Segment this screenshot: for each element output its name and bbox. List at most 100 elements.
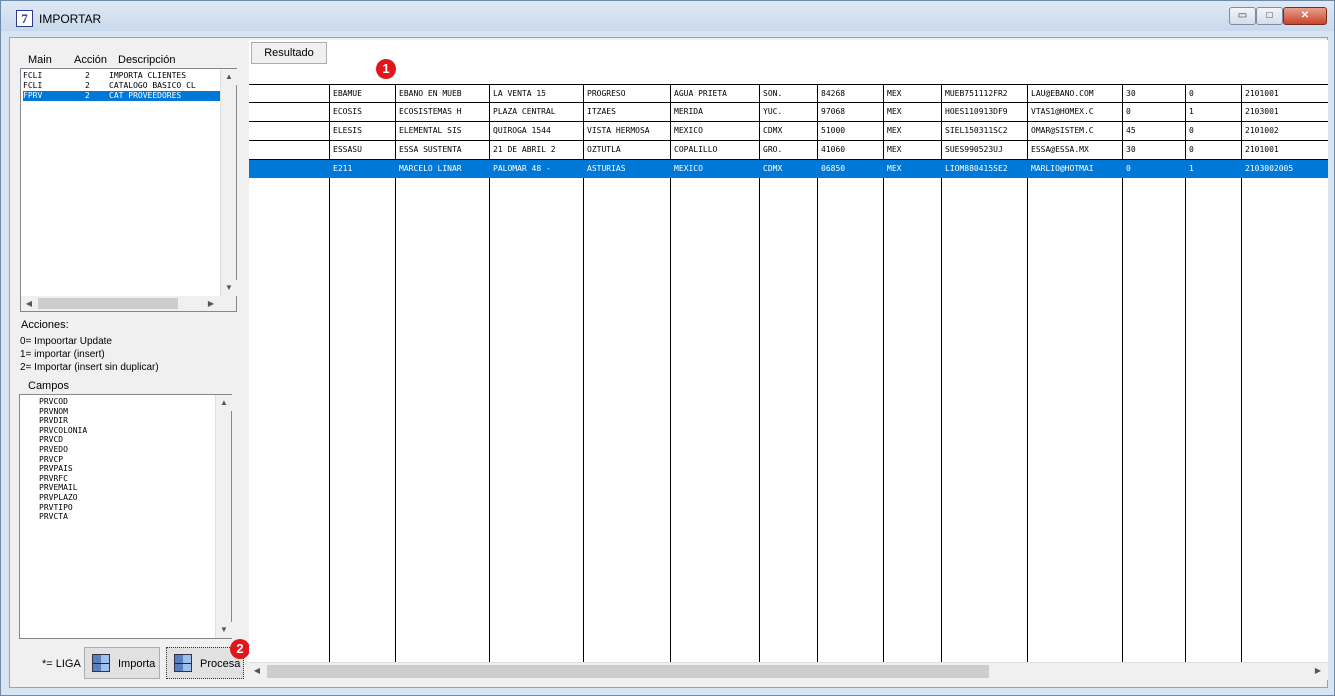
import-list-item[interactable]: FCLI 2 IMPORTA CLIENTES: [23, 71, 221, 81]
table-row[interactable]: E211 MARCELO LINAR PALOMAR 48 - ASTURIAS MEX…: [249, 160, 1328, 178]
scroll-up-icon[interactable]: ▲: [221, 69, 237, 85]
table-cell: 41060: [821, 145, 846, 154]
table-cell: HOES110913DF9: [945, 107, 1008, 116]
table-cell: 2101001: [1245, 145, 1279, 154]
campo-item[interactable]: PRVNOM: [39, 407, 68, 416]
col-header-descripcion: Descripción: [118, 54, 176, 66]
scroll-left-icon[interactable]: ◀: [249, 663, 265, 680]
importa-button[interactable]: Importa: [84, 647, 160, 679]
campo-item[interactable]: PRVDIR: [39, 416, 68, 425]
grid-icon: [174, 654, 192, 672]
list-vertical-scrollbar[interactable]: ▲ ▼: [220, 69, 237, 296]
table-cell: 0: [1189, 145, 1194, 154]
table-cell: VISTA HERMOSA: [587, 126, 650, 135]
result-grid[interactable]: Resultado 1 EBAMUE EBANO EN MUEB LA VENTA …: [249, 40, 1328, 662]
list-scroll-thumb[interactable]: [38, 298, 178, 309]
table-cell: 2101002: [1245, 126, 1279, 135]
table-cell: LIOM880415SE2: [945, 164, 1008, 173]
grid-icon: [92, 654, 110, 672]
import-list-item[interactable]: FPRV 2 CAT PROVEEDORES: [23, 91, 221, 101]
client-area: Main Acción Descripción FCLI 2 IMPORTA CLI…: [9, 37, 1328, 688]
import-list-main: FCLI: [23, 71, 43, 80]
acciones-label: Acciones:: [21, 319, 69, 331]
import-list-item[interactable]: FCLI 2 CATALOGO BASICO CL: [23, 81, 221, 91]
scroll-right-icon[interactable]: ▶: [203, 296, 219, 311]
table-row[interactable]: ECOSIS ECOSISTEMAS H PLAZA CENTRAL ITZAES ME…: [329, 103, 1319, 121]
close-button[interactable]: ✕: [1283, 7, 1327, 25]
table-cell: SUES990523UJ: [945, 145, 1003, 154]
table-cell: ECOSISTEMAS H: [399, 107, 462, 116]
campos-label: Campos: [28, 380, 69, 392]
table-cell: AGUA PRIETA: [674, 89, 727, 98]
scroll-down-icon[interactable]: ▼: [221, 280, 237, 296]
table-cell: VTAS1@HOMEX.C: [1031, 107, 1094, 116]
campo-item[interactable]: PRVEMAIL: [39, 483, 78, 492]
accion-line: 1= importar (insert): [20, 349, 105, 360]
import-list-descripcion: IMPORTA CLIENTES: [109, 71, 187, 80]
col-header-accion: Acción: [74, 54, 108, 66]
table-cell: 2101001: [1245, 89, 1279, 98]
table-cell: 0: [1189, 89, 1194, 98]
scroll-up-icon[interactable]: ▲: [216, 395, 232, 411]
table-cell: ELESIS: [333, 126, 362, 135]
table-cell: EBAMUE: [333, 89, 362, 98]
maximize-button[interactable]: □: [1256, 7, 1283, 25]
campo-item[interactable]: PRVPLAZO: [39, 493, 78, 502]
table-cell: YUC.: [763, 107, 783, 116]
importar-window: 7 IMPORTAR ▭ □ ✕ Main Acción Descripción…: [0, 0, 1335, 696]
campo-item[interactable]: PRVCD: [39, 435, 63, 444]
import-list[interactable]: FCLI 2 IMPORTA CLIENTES FCLI 2 CATALOGO BASIC…: [20, 68, 237, 312]
campo-item[interactable]: PRVCP: [39, 455, 63, 464]
table-cell: MARLIO@HOTMAI: [1031, 164, 1094, 173]
table-cell: 21 DE ABRIL 2: [493, 145, 556, 154]
table-cell: OMAR@SISTEM.C: [1031, 126, 1094, 135]
title-bar[interactable]: 7 IMPORTAR ▭ □ ✕: [1, 1, 1334, 31]
table-cell: 30: [1126, 145, 1136, 154]
table-cell: GRO.: [763, 145, 783, 154]
campo-item[interactable]: PRVCTA: [39, 512, 68, 521]
import-list-accion: 2: [85, 81, 90, 90]
campos-list[interactable]: PRVCOD PRVNOM PRVDIR PRVCOLONIA PRVCD PRVEDO P…: [19, 394, 232, 639]
grid-horizontal-scrollbar[interactable]: ◀ ▶: [249, 662, 1328, 680]
campo-item[interactable]: PRVPAIS: [39, 464, 73, 473]
campo-item[interactable]: PRVEDO: [39, 445, 68, 454]
table-row[interactable]: ELESIS ELEMENTAL SIS QUIROGA 1544 VISTA HER…: [329, 122, 1319, 140]
table-row[interactable]: ESSASU ESSA SUSTENTA 21 DE ABRIL 2 OZTUTLA C…: [329, 141, 1319, 159]
scroll-left-icon[interactable]: ◀: [21, 296, 37, 311]
table-cell: SIEL150311SC2: [945, 126, 1008, 135]
table-cell: 97068: [821, 107, 846, 116]
campo-item[interactable]: PRVTIPO: [39, 503, 73, 512]
table-cell: ESSA SUSTENTA: [399, 145, 462, 154]
campos-vertical-scrollbar[interactable]: ▲ ▼: [215, 395, 232, 638]
campo-item[interactable]: PRVCOD: [39, 397, 68, 406]
table-cell: ESSASU: [333, 145, 362, 154]
table-cell: 0: [1189, 126, 1194, 135]
table-cell: 2103001: [1245, 107, 1279, 116]
resultado-button[interactable]: Resultado: [251, 42, 327, 64]
import-list-accion: 2: [85, 71, 90, 80]
procesa-label: Procesa: [200, 658, 241, 670]
accion-line: 0= Impoortar Update: [20, 336, 112, 347]
grid-scroll-thumb[interactable]: [267, 665, 989, 678]
table-cell: ITZAES: [587, 107, 616, 116]
table-cell: 0: [1126, 107, 1131, 116]
table-cell: ECOSIS: [333, 107, 362, 116]
table-cell: ELEMENTAL SIS: [399, 126, 462, 135]
campo-item[interactable]: PRVRFC: [39, 474, 68, 483]
table-cell: 0: [1126, 164, 1131, 173]
scroll-right-icon[interactable]: ▶: [1310, 663, 1326, 680]
list-horizontal-scrollbar[interactable]: ◀ ▶: [21, 296, 236, 311]
table-cell: MEXICO: [674, 164, 703, 173]
table-row[interactable]: EBAMUE EBANO EN MUEB LA VENTA 15 PROGRESO AG…: [329, 85, 1319, 103]
minimize-button[interactable]: ▭: [1229, 7, 1256, 25]
table-cell: MEX: [887, 126, 902, 135]
campo-item[interactable]: PRVCOLONIA: [39, 426, 87, 435]
scroll-down-icon[interactable]: ▼: [216, 622, 232, 638]
import-list-descripcion: CAT PROVEEDORES: [109, 91, 182, 100]
app-icon[interactable]: 7: [16, 10, 33, 27]
table-cell: ESSA@ESSA.MX: [1031, 145, 1089, 154]
table-cell: SON.: [763, 89, 783, 98]
import-list-accion: 2: [85, 91, 90, 100]
table-cell: 45: [1126, 126, 1136, 135]
table-cell: QUIROGA 1544: [493, 126, 551, 135]
